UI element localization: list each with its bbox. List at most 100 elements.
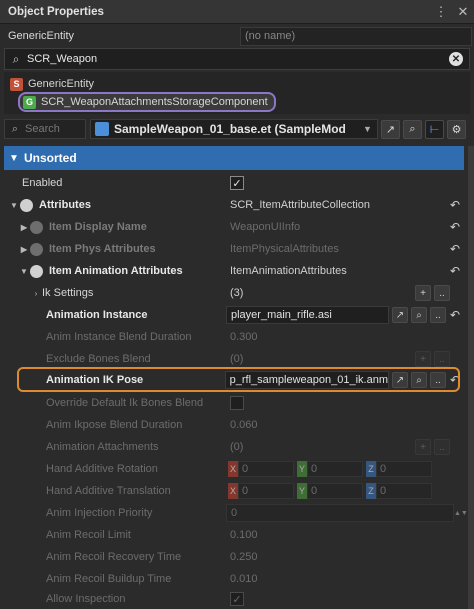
prop-label: Item Animation Attributes — [49, 265, 183, 277]
prop-anim-recoil-buildup-time: Anim Recoil Buildup Time 0.010 — [4, 568, 464, 590]
expand-arrow-icon[interactable]: ▼ — [8, 201, 20, 210]
prop-label: Anim Recoil Limit — [46, 529, 131, 541]
component-search-input[interactable]: SCR_Weapon — [27, 53, 449, 65]
expand-arrow-icon[interactable]: › — [30, 289, 42, 298]
component-tree: S GenericEntity G SCR_WeaponAttachmentsS… — [4, 72, 470, 114]
clear-search-icon[interactable]: ✕ — [449, 52, 463, 66]
open-external-icon[interactable]: ↗ — [392, 307, 408, 323]
prop-label: Override Default Ik Bones Blend — [46, 397, 204, 409]
group-header-unsorted[interactable]: ▼ Unsorted — [4, 146, 464, 170]
injection-priority-input[interactable]: 0 — [226, 504, 454, 522]
x-axis-tag: X — [228, 461, 238, 477]
prefab-cube-icon — [95, 122, 109, 136]
chevron-down-icon[interactable]: ▼ — [363, 124, 377, 134]
prop-anim-ikpose-blend-duration: Anim Ikpose Blend Duration 0.060 — [4, 414, 464, 436]
rotation-y-input[interactable]: 0 — [307, 461, 363, 477]
component-item-weapon-attachments-storage[interactable]: G SCR_WeaponAttachmentsStorageComponent — [18, 92, 276, 112]
scrollbar-thumb[interactable] — [468, 146, 474, 609]
prop-label: Anim Recoil Recovery Time — [46, 551, 182, 563]
settings-gear-icon[interactable]: ⚙ — [447, 119, 466, 139]
prop-anim-injection-priority: Anim Injection Priority 0 ▲▼ — [4, 502, 468, 524]
prop-enabled: Enabled ✓ — [4, 172, 464, 194]
component-search-bar[interactable]: ⌕ SCR_Weapon ✕ — [4, 48, 470, 70]
properties-scrollbar[interactable] — [468, 146, 474, 609]
prop-allow-inspection: Allow Inspection ✓ — [4, 588, 464, 609]
find-icon[interactable]: ⌕ — [411, 307, 427, 323]
find-icon[interactable]: ⌕ — [403, 119, 422, 139]
prop-label: Anim Injection Priority — [46, 507, 153, 519]
component-label: SCR_WeaponAttachmentsStorageComponent — [41, 96, 268, 108]
allow-inspection-checkbox[interactable]: ✓ — [230, 592, 244, 606]
open-external-icon[interactable]: ↗ — [392, 372, 408, 388]
animation-ik-pose-field[interactable]: p_rfl_sampleweapon_01_ik.anm — [224, 371, 389, 389]
prop-label: Anim Ikpose Blend Duration — [46, 419, 183, 431]
prop-label: Enabled — [22, 177, 63, 189]
property-search-placeholder: Search — [25, 123, 60, 135]
prop-label: Anim Instance Blend Duration — [46, 331, 192, 343]
prop-anim-recoil-limit: Anim Recoil Limit 0.100 — [4, 524, 464, 546]
translation-z-input[interactable]: 0 — [376, 483, 432, 499]
script-badge-icon: S — [10, 77, 23, 91]
rotation-x-input[interactable]: 0 — [238, 461, 294, 477]
translation-x-input[interactable]: 0 — [238, 483, 294, 499]
add-item-button[interactable]: + — [415, 285, 431, 301]
properties-toolbar: ⌕ Search SampleWeapon_01_base.et (Sample… — [0, 116, 474, 142]
reset-icon[interactable]: ↶ — [446, 308, 464, 322]
expand-arrow-icon[interactable]: ▶ — [18, 223, 30, 232]
prop-label: Animation IK Pose — [46, 374, 144, 386]
more-button[interactable]: .. — [434, 439, 450, 455]
add-item-button[interactable]: + — [415, 351, 431, 367]
prop-value[interactable]: 0.300 — [226, 331, 464, 343]
component-item-genericentity[interactable]: S GenericEntity — [10, 75, 94, 93]
entity-name-input[interactable]: (no name) — [240, 26, 472, 46]
reset-icon[interactable]: ↶ — [446, 373, 464, 387]
add-item-button[interactable]: + — [415, 439, 431, 455]
override-checkbox[interactable] — [230, 396, 244, 410]
prop-value: (0) — [230, 441, 244, 453]
more-button[interactable]: .. — [430, 307, 446, 323]
chevron-down-icon: ▼ — [9, 152, 19, 164]
animation-instance-field[interactable]: player_main_rifle.asi — [226, 306, 389, 324]
prop-item-phys-attributes: ▶ Item Phys Attributes ItemPhysicalAttri… — [4, 238, 464, 260]
reset-icon[interactable]: ↶ — [446, 242, 464, 256]
spinner-arrows-icon[interactable]: ▲▼ — [454, 510, 468, 517]
enabled-checkbox[interactable]: ✓ — [230, 176, 244, 190]
z-axis-tag: Z — [366, 483, 376, 499]
prop-value[interactable]: 0.010 — [226, 573, 464, 585]
prefab-name: SampleWeapon_01_base.et (SampleMod — [114, 122, 346, 136]
prop-value[interactable]: 0.060 — [226, 419, 464, 431]
prop-item-animation-attributes: ▼ Item Animation Attributes ItemAnimatio… — [4, 260, 464, 282]
reset-icon[interactable]: ↶ — [446, 198, 464, 212]
expand-arrow-icon[interactable]: ▼ — [18, 267, 30, 276]
attribute-dot-icon — [30, 264, 43, 278]
attribute-dot-icon — [30, 242, 43, 256]
y-axis-tag: Y — [297, 483, 307, 499]
prop-override-default-ik-bones-blend: Override Default Ik Bones Blend — [4, 392, 464, 414]
search-icon: ⌕ — [12, 51, 20, 66]
more-button[interactable]: .. — [430, 372, 446, 388]
open-external-icon[interactable]: ↗ — [381, 119, 400, 139]
translation-y-input[interactable]: 0 — [307, 483, 363, 499]
rotation-z-input[interactable]: 0 — [376, 461, 432, 477]
window-title: Object Properties — [8, 5, 104, 18]
prop-value[interactable]: 0.250 — [226, 551, 464, 563]
hierarchy-view-icon[interactable]: ⊢ — [425, 119, 444, 139]
close-icon[interactable]: ✕ — [452, 1, 474, 23]
find-icon[interactable]: ⌕ — [411, 372, 427, 388]
prefab-selector[interactable]: SampleWeapon_01_base.et (SampleMod ▼ — [90, 119, 378, 139]
x-axis-tag: X — [228, 483, 238, 499]
reset-icon[interactable]: ↶ — [446, 220, 464, 234]
prop-anim-recoil-recovery-time: Anim Recoil Recovery Time 0.250 — [4, 546, 464, 568]
prop-label: Exclude Bones Blend — [46, 353, 151, 365]
more-button[interactable]: .. — [434, 285, 450, 301]
property-search-input[interactable]: ⌕ Search — [4, 119, 86, 139]
prop-hand-additive-rotation: Hand Additive Rotation X0 Y0 Z0 — [4, 458, 464, 480]
generic-badge-icon: G — [23, 95, 36, 109]
prop-animation-attachments: Animation Attachments (0) + .. — [4, 436, 464, 458]
prop-value[interactable]: 0.100 — [226, 529, 464, 541]
reset-icon[interactable]: ↶ — [446, 264, 464, 278]
expand-arrow-icon[interactable]: ▶ — [18, 245, 30, 254]
more-button[interactable]: .. — [434, 351, 450, 367]
group-label: Unsorted — [24, 151, 77, 165]
more-options-icon[interactable]: ⋮ — [430, 1, 452, 23]
